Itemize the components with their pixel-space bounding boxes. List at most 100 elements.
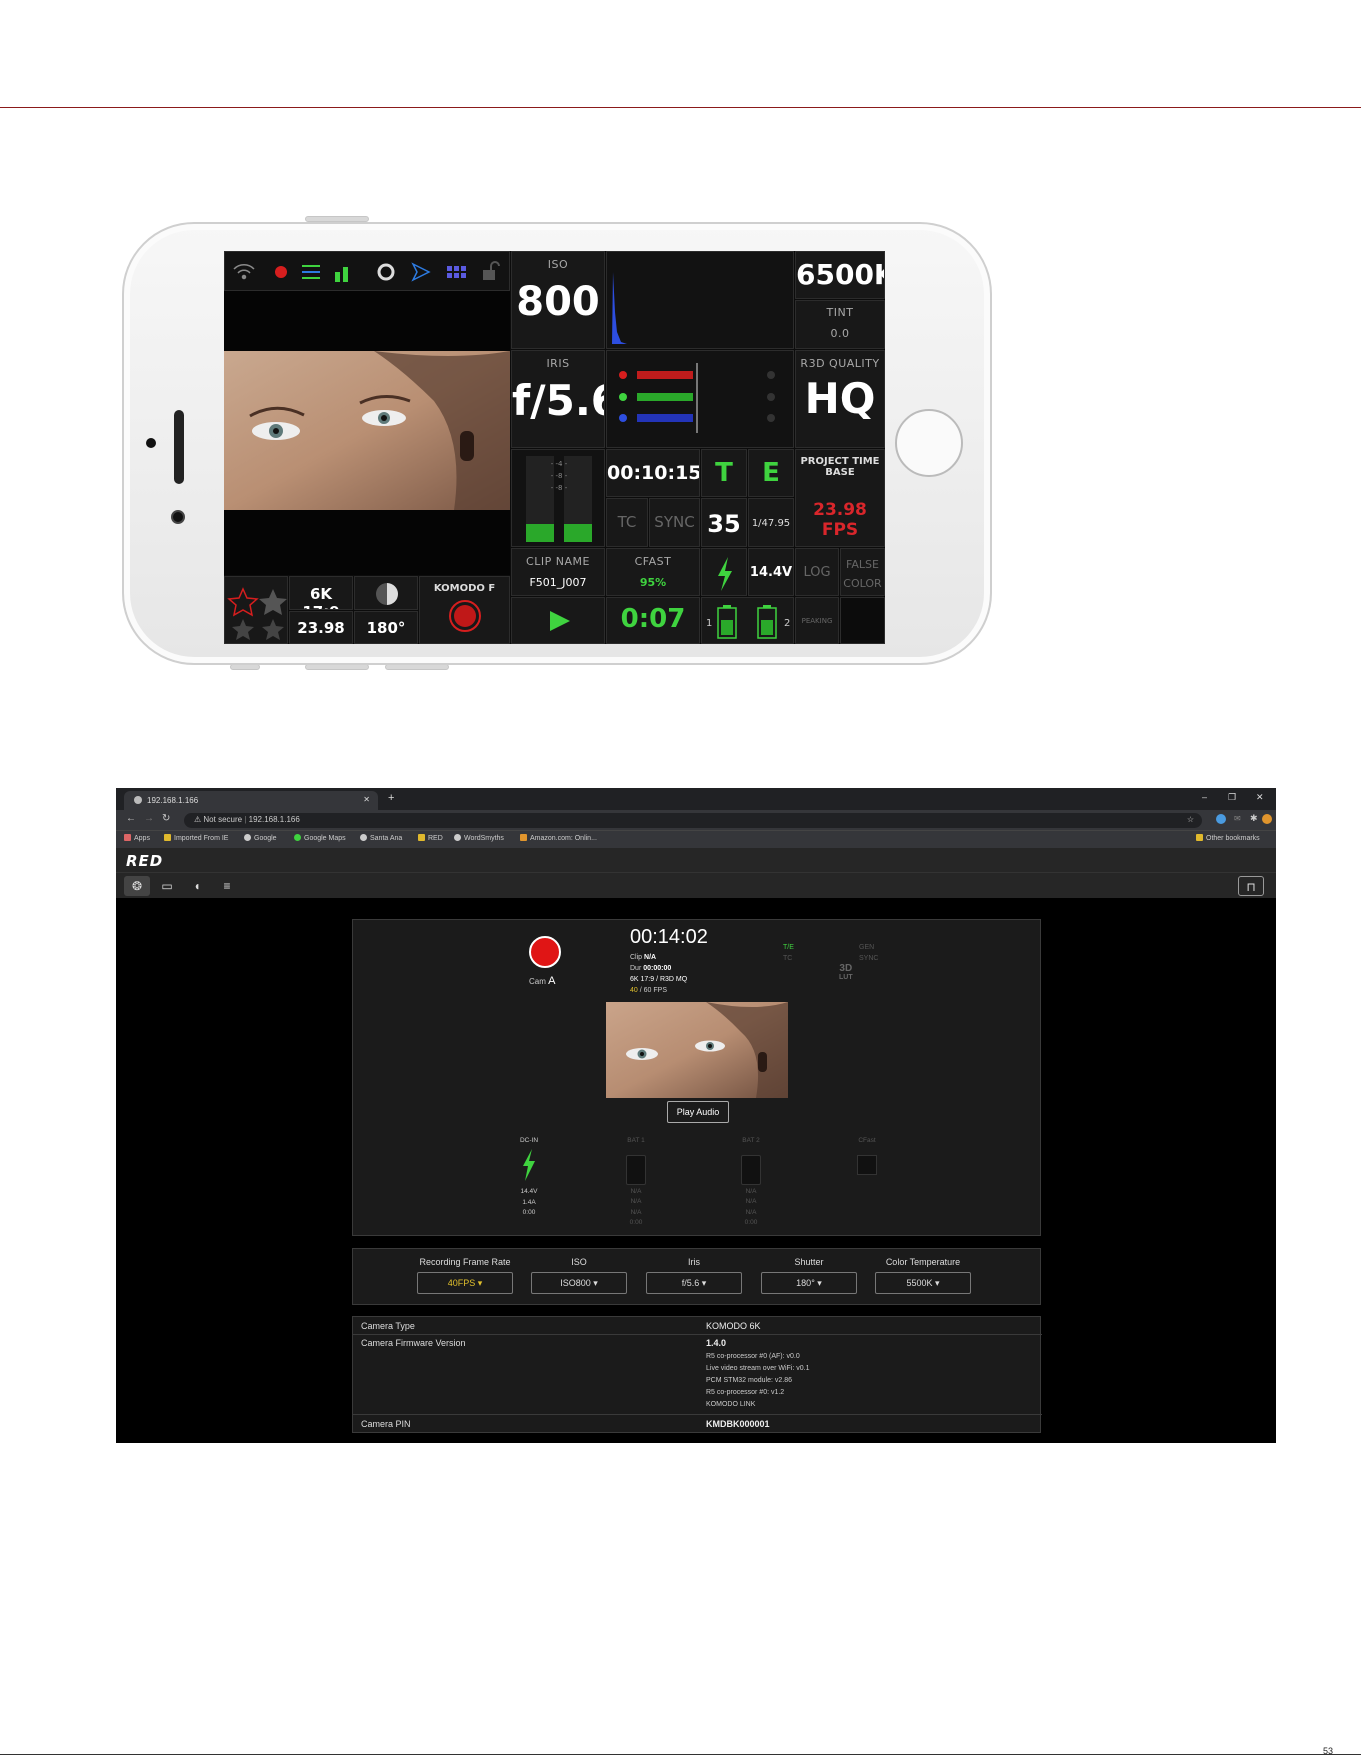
iso-cell[interactable]: ISO 800 bbox=[511, 251, 605, 349]
bookmark-imported[interactable]: Imported From IE bbox=[164, 834, 228, 842]
rgb-bars bbox=[619, 363, 775, 433]
rating-stars[interactable] bbox=[224, 576, 288, 644]
peaking-cell[interactable]: PEAKING bbox=[795, 597, 839, 644]
record-button[interactable] bbox=[448, 600, 481, 632]
frame-rate-dropdown[interactable]: 40FPS ▾ bbox=[417, 1272, 513, 1294]
star-icon[interactable] bbox=[262, 619, 284, 640]
play-audio-button[interactable]: Play Audio bbox=[667, 1101, 729, 1123]
bookmark-wordsmyths[interactable]: WordSmyths bbox=[454, 834, 504, 842]
record-dot-icon[interactable] bbox=[275, 266, 287, 278]
profile-avatar[interactable] bbox=[1262, 814, 1272, 824]
r3d-quality-cell[interactable]: R3D QUALITY HQ bbox=[795, 350, 885, 448]
firmware-detail: PCM STM32 module: v2.86 bbox=[706, 1377, 792, 1384]
project-time-base-value: 23.98 FPS bbox=[813, 500, 867, 540]
unlock-icon[interactable] bbox=[483, 261, 500, 280]
cfast-cell[interactable]: CFAST 95% bbox=[606, 548, 700, 596]
status-icons bbox=[233, 261, 500, 282]
record-cell[interactable]: KOMODO F bbox=[419, 576, 510, 644]
star-icon[interactable] bbox=[259, 589, 287, 615]
play-cell[interactable] bbox=[511, 597, 605, 644]
bookmark-red[interactable]: RED bbox=[418, 834, 443, 842]
tab-bar: 192.168.1.166 ✕ + – ❐ ✕ bbox=[116, 788, 1276, 810]
record-button[interactable] bbox=[529, 936, 561, 968]
frame-rate-cell[interactable]: 23.98 bbox=[289, 611, 353, 644]
battery-cell: 1 2 bbox=[701, 597, 794, 644]
iris-dropdown[interactable]: f/5.6 ▾ bbox=[646, 1272, 742, 1294]
maximize-button[interactable]: ❐ bbox=[1228, 792, 1236, 803]
browser-window: 192.168.1.166 ✕ + – ❐ ✕ ← → ↻ ⚠ Not secu… bbox=[116, 788, 1276, 1443]
battery-icon bbox=[741, 1154, 761, 1185]
extension-icon[interactable] bbox=[1216, 814, 1226, 824]
image-settings-icon[interactable] bbox=[302, 265, 320, 279]
bookmark-amazon[interactable]: Amazon.com: Onlin... bbox=[520, 834, 597, 842]
timecode-cell[interactable]: 00:10:15 bbox=[606, 449, 700, 497]
browser-tab[interactable]: 192.168.1.166 ✕ bbox=[124, 791, 378, 810]
lock-icon[interactable]: ⊓ bbox=[1238, 876, 1264, 896]
image-icon[interactable]: ▭ bbox=[154, 876, 180, 896]
menu-icon[interactable]: ≡ bbox=[214, 876, 240, 896]
color-temperature-dropdown[interactable]: 5500K ▾ bbox=[875, 1272, 971, 1294]
iris-label: Iris bbox=[688, 1257, 700, 1267]
false-color-cell[interactable]: FALSE COLOR bbox=[840, 548, 885, 596]
iso-value: 800 bbox=[516, 279, 600, 325]
star-icon[interactable] bbox=[232, 619, 254, 640]
tint-cell[interactable]: TINT 0.0 bbox=[795, 300, 885, 349]
shutter-dropdown[interactable]: 180° ▾ bbox=[761, 1272, 857, 1294]
red-logo: RED bbox=[126, 852, 164, 870]
edge-flag: E bbox=[762, 458, 780, 488]
bookmark-apps[interactable]: Apps bbox=[124, 834, 150, 842]
bookmark-other[interactable]: Other bookmarks bbox=[1196, 834, 1260, 842]
camera-name: KOMODO F bbox=[433, 583, 496, 594]
play-icon[interactable] bbox=[512, 598, 605, 644]
duration-value: 0:07 bbox=[620, 604, 686, 634]
close-window-button[interactable]: ✕ bbox=[1256, 792, 1264, 803]
bookmark-google-maps[interactable]: Google Maps bbox=[294, 834, 346, 842]
audio-meter-icon[interactable] bbox=[335, 267, 348, 282]
bookmark-google[interactable]: Google bbox=[244, 834, 277, 842]
battery-1-label: 1 bbox=[706, 618, 713, 629]
grid-icon[interactable] bbox=[447, 266, 466, 278]
wifi-icon[interactable] bbox=[233, 264, 255, 280]
camera-icon[interactable]: ❂ bbox=[124, 876, 150, 896]
frame-rate-label: Recording Frame Rate bbox=[419, 1257, 511, 1267]
live-view-image bbox=[224, 351, 510, 510]
star-icon[interactable] bbox=[227, 587, 259, 617]
firmware-detail: Live video stream over WiFi: v0.1 bbox=[706, 1365, 810, 1372]
iris-value: f/5.6 bbox=[512, 376, 604, 425]
bookmarks-bar: Apps Imported From IE Google Google Maps… bbox=[116, 830, 1276, 848]
new-tab-button[interactable]: + bbox=[388, 792, 394, 804]
star-bookmark-icon[interactable]: ☆ bbox=[1187, 815, 1194, 824]
shutter-angle-cell[interactable]: 180° bbox=[354, 611, 418, 644]
send-icon[interactable] bbox=[411, 262, 431, 282]
white-balance-cell[interactable]: 6500K bbox=[795, 251, 885, 299]
iris-cell[interactable]: IRIS f/5.6 bbox=[511, 350, 605, 448]
close-tab-icon[interactable]: ✕ bbox=[363, 795, 370, 804]
iso-label: ISO bbox=[547, 258, 569, 271]
project-time-base-cell[interactable]: PROJECT TIME BASE 23.98 FPS bbox=[795, 449, 885, 547]
resolution-cell[interactable]: 6K 17:9 bbox=[289, 576, 353, 610]
battery-icon bbox=[626, 1154, 646, 1185]
live-view-image bbox=[606, 1002, 788, 1098]
forward-icon[interactable]: → bbox=[144, 813, 154, 824]
rgb-meter bbox=[606, 350, 794, 448]
reload-icon[interactable]: ↻ bbox=[162, 813, 170, 824]
bookmark-santa-ana[interactable]: Santa Ana bbox=[360, 834, 402, 842]
puzzle-icon[interactable]: ✱ bbox=[1250, 813, 1258, 824]
shutter-fraction-cell[interactable]: 1/47.95 bbox=[748, 498, 794, 547]
url-field[interactable]: ⚠ Not secure | 192.168.1.166 ☆ bbox=[184, 813, 1202, 828]
browser-timecode: 00:14:02 bbox=[630, 926, 708, 948]
audio-icon[interactable]: ◖ bbox=[184, 876, 210, 896]
cfast-icon bbox=[857, 1154, 877, 1175]
clip-name-cell[interactable]: CLIP NAME F501_J007 bbox=[511, 548, 605, 596]
log-cell[interactable]: LOG bbox=[795, 548, 839, 596]
firmware-value: 1.4.0 bbox=[706, 1338, 727, 1348]
circle-icon[interactable] bbox=[377, 263, 395, 281]
exposure-cell[interactable] bbox=[354, 576, 418, 610]
minimize-button[interactable]: – bbox=[1202, 792, 1207, 802]
back-icon[interactable]: ← bbox=[126, 813, 136, 824]
shutter-number-cell[interactable]: 35 bbox=[701, 498, 747, 547]
iso-dropdown[interactable]: ISO800 ▾ bbox=[531, 1272, 627, 1294]
status-panel: Cam A 00:14:02 Clip N/A Dur 00:00:00 6K … bbox=[352, 919, 1041, 1236]
firmware-detail: R5 co-processor #0: v1.2 bbox=[706, 1389, 785, 1396]
mail-icon[interactable]: ✉ bbox=[1234, 814, 1241, 823]
